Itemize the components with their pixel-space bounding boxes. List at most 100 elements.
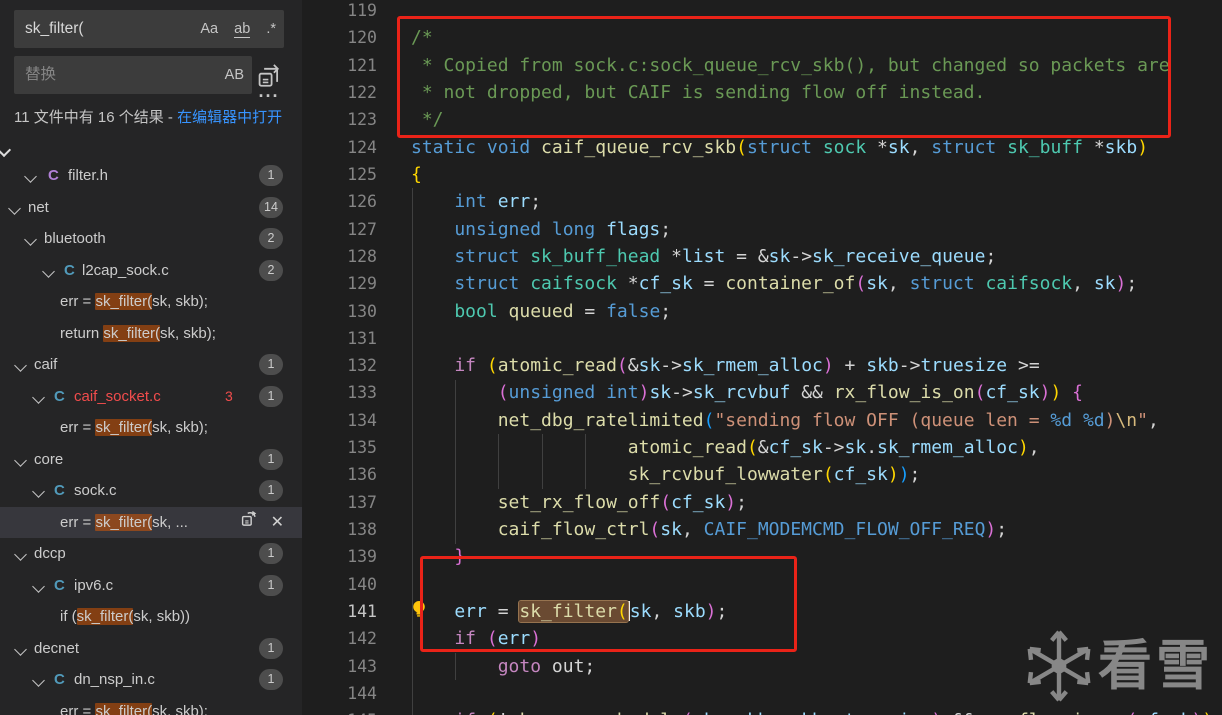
code-line[interactable]: 133 (unsigned int)sk->sk_rcvbuf && rx_fl… (302, 379, 1222, 406)
line-number: 137 (302, 489, 377, 516)
open-in-editor-link[interactable]: 在编辑器中打开 (177, 109, 282, 126)
regex-icon[interactable]: .* (266, 21, 276, 37)
chevron-down-icon[interactable] (42, 265, 55, 278)
search-result-row[interactable]: if (sk_filter(sk, skb)) (0, 601, 302, 633)
line-number: 135 (302, 434, 377, 461)
tree-file-caif_socket.c[interactable]: Ccaif_socket.c31 (0, 381, 302, 413)
lightbulb-icon[interactable] (410, 599, 428, 619)
result-snippet: err = sk_filter(sk, ... (60, 507, 188, 539)
code-line[interactable]: 137 set_rx_flow_off(cf_sk); (302, 489, 1222, 516)
chevron-down-icon[interactable] (24, 233, 37, 246)
search-result-row[interactable]: err = sk_filter(sk, skb); (0, 412, 302, 444)
search-options: Aa ab .* (188, 10, 276, 48)
code-line[interactable]: 131 (302, 325, 1222, 352)
line-number: 133 (302, 379, 377, 406)
code-lines: 119120/*121 * Copied from sock.c:sock_qu… (302, 0, 1222, 715)
tree-file-l2cap_sock.c[interactable]: Cl2cap_sock.c2 (0, 255, 302, 287)
chevron-down-icon[interactable] (32, 674, 45, 687)
c-file-icon: C (54, 381, 65, 413)
tree-file-dn_nsp_in.c[interactable]: Cdn_nsp_in.c1 (0, 664, 302, 696)
line-number: 122 (302, 79, 377, 106)
line-number: 129 (302, 270, 377, 297)
code-line[interactable]: 139 } (302, 543, 1222, 570)
code-editor[interactable]: 119120/*121 * Copied from sock.c:sock_qu… (302, 0, 1222, 715)
code-line[interactable]: 119 (302, 0, 1222, 24)
chevron-down-icon[interactable] (8, 202, 21, 215)
tree-folder-net[interactable]: net14 (0, 192, 302, 224)
whole-word-icon[interactable]: ab (234, 21, 250, 38)
chevron-down-icon[interactable] (14, 359, 27, 372)
search-result-row[interactable]: err = sk_filter(sk, ... ✕ (0, 507, 302, 539)
code-line[interactable]: 135 atomic_read(&cf_sk->sk.sk_rmem_alloc… (302, 434, 1222, 461)
chevron-down-icon[interactable] (14, 548, 27, 561)
code-line[interactable]: 140 (302, 571, 1222, 598)
tree-file-sock.c[interactable]: Csock.c1 (0, 475, 302, 507)
line-number: 124 (302, 134, 377, 161)
code-text: } (411, 543, 465, 570)
code-line[interactable]: 123 */ (302, 106, 1222, 133)
replace-icon[interactable] (240, 507, 259, 539)
code-line[interactable]: 136 sk_rcvbuf_lowwater(cf_sk)); (302, 461, 1222, 488)
tree-folder-caif[interactable]: caif1 (0, 349, 302, 381)
code-line[interactable]: 126 int err; (302, 188, 1222, 215)
code-line[interactable]: 138 caif_flow_ctrl(sk, CAIF_MODEMCMD_FLO… (302, 516, 1222, 543)
replace-options: AB (213, 56, 244, 94)
line-number: 145 (302, 707, 377, 715)
search-result-row[interactable]: err = sk_filter(sk, skb); (0, 696, 302, 715)
search-result-row[interactable]: err = sk_filter(sk, skb); (0, 286, 302, 318)
result-count-badge: 2 (259, 260, 283, 281)
results-tree: Cfilter.h1net14bluetooth2Cl2cap_sock.c2e… (0, 160, 302, 715)
result-snippet: return sk_filter(sk, skb); (60, 318, 216, 350)
chevron-down-icon[interactable] (14, 454, 27, 467)
chevron-down-icon[interactable] (24, 170, 37, 183)
line-number: 134 (302, 407, 377, 434)
tree-file-ipv6.c[interactable]: Cipv6.c1 (0, 570, 302, 602)
code-line[interactable]: 124static void caif_queue_rcv_skb(struct… (302, 134, 1222, 161)
chevron-down-icon[interactable] (32, 391, 45, 404)
tree-folder-decnet[interactable]: decnet1 (0, 633, 302, 665)
code-line[interactable]: 127 unsigned long flags; (302, 216, 1222, 243)
code-line[interactable]: 121 * Copied from sock.c:sock_queue_rcv_… (302, 52, 1222, 79)
code-line[interactable]: 141 err = sk_filter(sk, skb); (302, 598, 1222, 625)
code-line[interactable]: 129 struct caifsock *cf_sk = container_o… (302, 270, 1222, 297)
c-file-icon: C (64, 255, 75, 287)
line-number: 131 (302, 325, 377, 352)
match-highlight: sk_filter( (103, 325, 160, 342)
tree-folder-core[interactable]: core1 (0, 444, 302, 476)
code-line[interactable]: 145 if (!sk_rmem_schedule(sk, skb, skb->… (302, 707, 1222, 715)
code-line[interactable]: 122 * not dropped, but CAIF is sending f… (302, 79, 1222, 106)
replace-input[interactable]: 替换 AB (14, 56, 252, 94)
chevron-down-icon[interactable] (32, 580, 45, 593)
snowflake-icon (1020, 627, 1098, 705)
code-line[interactable]: 132 if (atomic_read(&sk->sk_rmem_alloc) … (302, 352, 1222, 379)
code-line[interactable]: 130 bool queued = false; (302, 298, 1222, 325)
code-line[interactable]: 134 net_dbg_ratelimited("sending flow OF… (302, 407, 1222, 434)
tree-file-filter.h[interactable]: Cfilter.h1 (0, 160, 302, 192)
search-input[interactable]: sk_filter( Aa ab .* (14, 10, 284, 48)
code-text: if (!sk_rmem_schedule(sk, skb, skb->true… (411, 707, 1222, 715)
row-actions: ✕ (240, 507, 284, 539)
chevron-down-icon[interactable] (32, 485, 45, 498)
chevron-down-icon[interactable] (0, 143, 11, 157)
tree-folder-bluetooth[interactable]: bluetooth2 (0, 223, 302, 255)
preserve-case-icon[interactable]: AB (225, 67, 244, 83)
tree-item-label: bluetooth (44, 223, 106, 255)
code-text: sk_rcvbuf_lowwater(cf_sk)); (411, 461, 920, 488)
search-query-text[interactable]: sk_filter( (25, 10, 84, 48)
code-line[interactable]: 120/* (302, 24, 1222, 51)
code-line[interactable]: 125{ (302, 161, 1222, 188)
close-icon[interactable]: ✕ (271, 507, 284, 539)
tree-folder-dccp[interactable]: dccp1 (0, 538, 302, 570)
c-file-icon: C (54, 475, 65, 507)
code-line[interactable]: 128 struct sk_buff_head *list = &sk->sk_… (302, 243, 1222, 270)
tree-item-label: core (34, 444, 63, 476)
search-result-row[interactable]: return sk_filter(sk, skb); (0, 318, 302, 350)
line-number: 139 (302, 543, 377, 570)
match-case-icon[interactable]: Aa (200, 21, 218, 37)
chevron-down-icon[interactable] (14, 643, 27, 656)
line-number: 138 (302, 516, 377, 543)
replace-all-icon[interactable] (256, 62, 282, 88)
tree-item-label: dccp (34, 538, 66, 570)
line-number: 121 (302, 52, 377, 79)
code-text: if (atomic_read(&sk->sk_rmem_alloc) + sk… (411, 352, 1040, 379)
